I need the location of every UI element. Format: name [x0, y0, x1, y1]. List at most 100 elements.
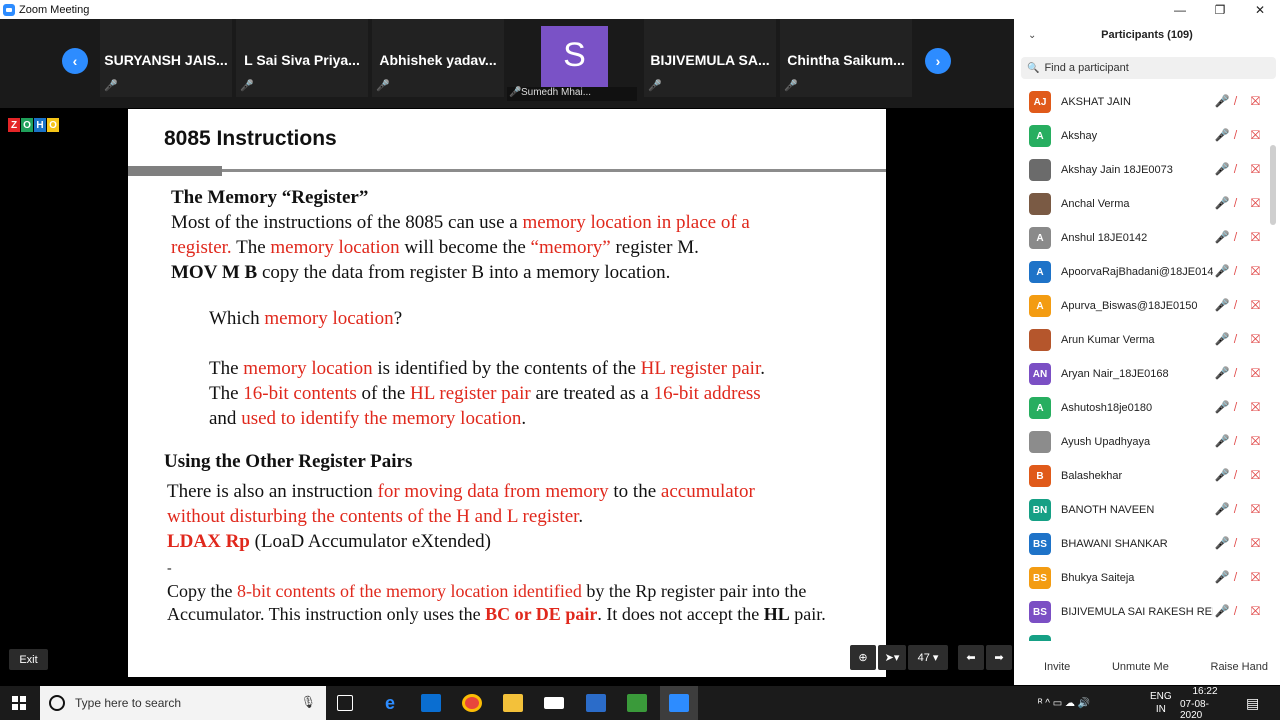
participant-name: Arun Kumar Verma: [1061, 334, 1155, 346]
mute-video-status-icon: 🎤̸ ⛝: [1214, 400, 1266, 414]
participant-name: BHAWANI SHANKAR: [1061, 538, 1168, 550]
avatar: A: [1029, 295, 1051, 317]
clock-time: 16:22: [1192, 685, 1218, 697]
participant-row[interactable]: BS BHAWANI SHANKAR 🎤̸ ⛝: [1014, 527, 1270, 561]
participant-scrollbar[interactable]: [1270, 145, 1276, 225]
file-explorer-icon[interactable]: [503, 694, 523, 712]
clock[interactable]: 16:22 07-08-2020: [1180, 686, 1230, 720]
participant-name: Akshay: [1061, 130, 1098, 142]
video-tile[interactable]: Abhishek yadav... 🎤: [372, 19, 504, 97]
participant-row[interactable]: Anchal Verma 🎤̸ ⛝: [1014, 187, 1270, 221]
slide-line: Which memory location?: [209, 308, 403, 329]
participant-row[interactable]: A Anshul 18JE0142 🎤̸ ⛝: [1014, 221, 1270, 255]
participant-row[interactable]: [1014, 629, 1270, 641]
zoom-app-icon: [3, 3, 15, 16]
edge-icon[interactable]: e: [380, 693, 400, 713]
unmute-me-button[interactable]: Unmute Me: [1112, 655, 1169, 679]
mute-video-status-icon: 🎤̸ ⛝: [1214, 570, 1266, 584]
participant-name: BIJIVEMULA SA...: [650, 52, 770, 68]
participant-row[interactable]: Akshay Jain 18JE0073 🎤̸ ⛝: [1014, 153, 1270, 187]
participant-name: Bhukya Saiteja: [1061, 572, 1135, 584]
muted-mic-icon: 🎤: [376, 80, 390, 92]
participant-row[interactable]: AN Aryan Nair_18JE0168 🎤̸ ⛝: [1014, 357, 1270, 391]
logo-letter: Z: [8, 118, 20, 132]
muted-mic-icon: 🎤: [509, 87, 522, 98]
store-icon[interactable]: [421, 694, 441, 712]
participant-name: L Sai Siva Priya...: [244, 52, 360, 68]
participant-row[interactable]: A ApoorvaRajBhadani@18JE0149 🎤̸ ⛝: [1014, 255, 1270, 289]
zoho-logo: Z O H O: [8, 118, 60, 132]
participant-row[interactable]: BN BANOTH NAVEEN 🎤̸ ⛝: [1014, 493, 1270, 527]
participant-row[interactable]: AJ AKSHAT JAIN 🎤̸ ⛝: [1014, 85, 1270, 119]
slide-line: The memory location is identified by the…: [209, 358, 765, 379]
avatar-video-tile[interactable]: S 🎤 Sumedh Mhai...: [507, 26, 637, 101]
language-indicator[interactable]: ENG IN: [1150, 686, 1172, 720]
mail-icon[interactable]: [544, 697, 564, 709]
mute-video-status-icon: 🎤̸ ⛝: [1214, 604, 1266, 618]
mute-video-status-icon: 🎤̸ ⛝: [1214, 434, 1266, 448]
invite-button[interactable]: Invite: [1044, 655, 1070, 679]
app-icon[interactable]: [586, 694, 606, 712]
video-tile[interactable]: SURYANSH JAIS... 🎤: [100, 19, 232, 97]
participant-row[interactable]: BS Bhukya Saiteja 🎤̸ ⛝: [1014, 561, 1270, 595]
slide-line: Most of the instructions of the 8085 can…: [171, 212, 750, 233]
restore-button[interactable]: ❐: [1200, 0, 1240, 19]
notification-icon[interactable]: ▤: [1246, 686, 1259, 720]
taskbar: Type here to search 🎙 e ᴿ ^ ▭ ☁ 🔊 ENG IN…: [0, 686, 1280, 720]
close-button[interactable]: ✕: [1240, 0, 1280, 19]
avatar: BN: [1029, 499, 1051, 521]
microphone-icon[interactable]: 🎙: [301, 695, 316, 709]
app-icon[interactable]: [627, 694, 647, 712]
slide-line: Copy the 8-bit contents of the memory lo…: [167, 581, 807, 601]
mute-video-status-icon: 🎤̸ ⛝: [1214, 196, 1266, 210]
tray-icons[interactable]: ᴿ ^ ▭ ☁ 🔊: [1038, 686, 1090, 720]
mute-video-status-icon: 🎤̸ ⛝: [1214, 298, 1266, 312]
mute-video-status-icon: 🎤̸ ⛝: [1214, 162, 1266, 176]
avatar: [1029, 159, 1051, 181]
participant-row[interactable]: BS BIJIVEMULA SAI RAKESH REDDY ...🎤̸ ⛝: [1014, 595, 1270, 629]
exit-button[interactable]: Exit: [9, 649, 48, 670]
participant-name: Anchal Verma: [1061, 198, 1130, 210]
raise-hand-button[interactable]: Raise Hand: [1211, 655, 1268, 679]
participant-name: Aryan Nair_18JE0168: [1061, 368, 1169, 380]
next-page-button[interactable]: ›: [925, 48, 951, 74]
participant-search-input[interactable]: 🔍 Find a participant: [1021, 57, 1276, 79]
video-tile[interactable]: BIJIVEMULA SA... 🎤: [644, 19, 776, 97]
title-rule: [128, 166, 886, 176]
avatar: BS: [1029, 533, 1051, 555]
windows-start-icon[interactable]: [12, 696, 26, 710]
participant-row[interactable]: Arun Kumar Verma 🎤̸ ⛝: [1014, 323, 1270, 357]
participant-name: BIJIVEMULA SAI RAKESH REDDY ...: [1061, 606, 1213, 618]
chrome-icon[interactable]: [462, 694, 482, 712]
zoom-icon[interactable]: [669, 694, 689, 712]
participant-row[interactable]: A Apurva_Biswas@18JE0150 🎤̸ ⛝: [1014, 289, 1270, 323]
video-tile[interactable]: Chintha Saikum... 🎤: [780, 19, 912, 97]
region-label: IN: [1155, 704, 1166, 715]
mute-video-status-icon: 🎤̸ ⛝: [1214, 264, 1266, 278]
muted-mic-icon: 🎤: [104, 80, 118, 92]
task-view-icon[interactable]: [337, 695, 353, 711]
slide-dash: -: [167, 561, 172, 576]
video-tile[interactable]: L Sai Siva Priya... 🎤: [236, 19, 368, 97]
participant-row[interactable]: B Balashekhar 🎤̸ ⛝: [1014, 459, 1270, 493]
prev-slide-button[interactable]: ⬅: [958, 645, 984, 670]
zoom-icon[interactable]: ⊕: [850, 645, 876, 670]
participant-row[interactable]: Ayush Upadhyaya 🎤̸ ⛝: [1014, 425, 1270, 459]
prev-page-button[interactable]: ‹: [62, 48, 88, 74]
avatar: B: [1029, 465, 1051, 487]
search-placeholder: Find a participant: [1044, 62, 1129, 74]
avatar: AN: [1029, 363, 1051, 385]
page-select[interactable]: 47 ▾: [908, 645, 948, 670]
logo-letter: H: [34, 118, 46, 132]
next-slide-button[interactable]: ➡: [986, 645, 1012, 670]
participant-row[interactable]: A Akshay 🎤̸ ⛝: [1014, 119, 1270, 153]
avatar: [1029, 431, 1051, 453]
minimize-button[interactable]: —: [1160, 0, 1200, 19]
participant-name: BANOTH NAVEEN: [1061, 504, 1155, 516]
taskbar-search-box[interactable]: Type here to search 🎙: [40, 686, 326, 720]
pointer-icon[interactable]: ➤▾: [878, 645, 906, 670]
participants-panel: ⌄ Participants (109) 🔍 Find a participan…: [1014, 19, 1280, 685]
avatar: AJ: [1029, 91, 1051, 113]
participant-row[interactable]: A Ashutosh18je0180 🎤̸ ⛝: [1014, 391, 1270, 425]
participant-list[interactable]: AJ AKSHAT JAIN 🎤̸ ⛝ A Akshay 🎤̸ ⛝ Akshay Jain …: [1014, 85, 1270, 641]
